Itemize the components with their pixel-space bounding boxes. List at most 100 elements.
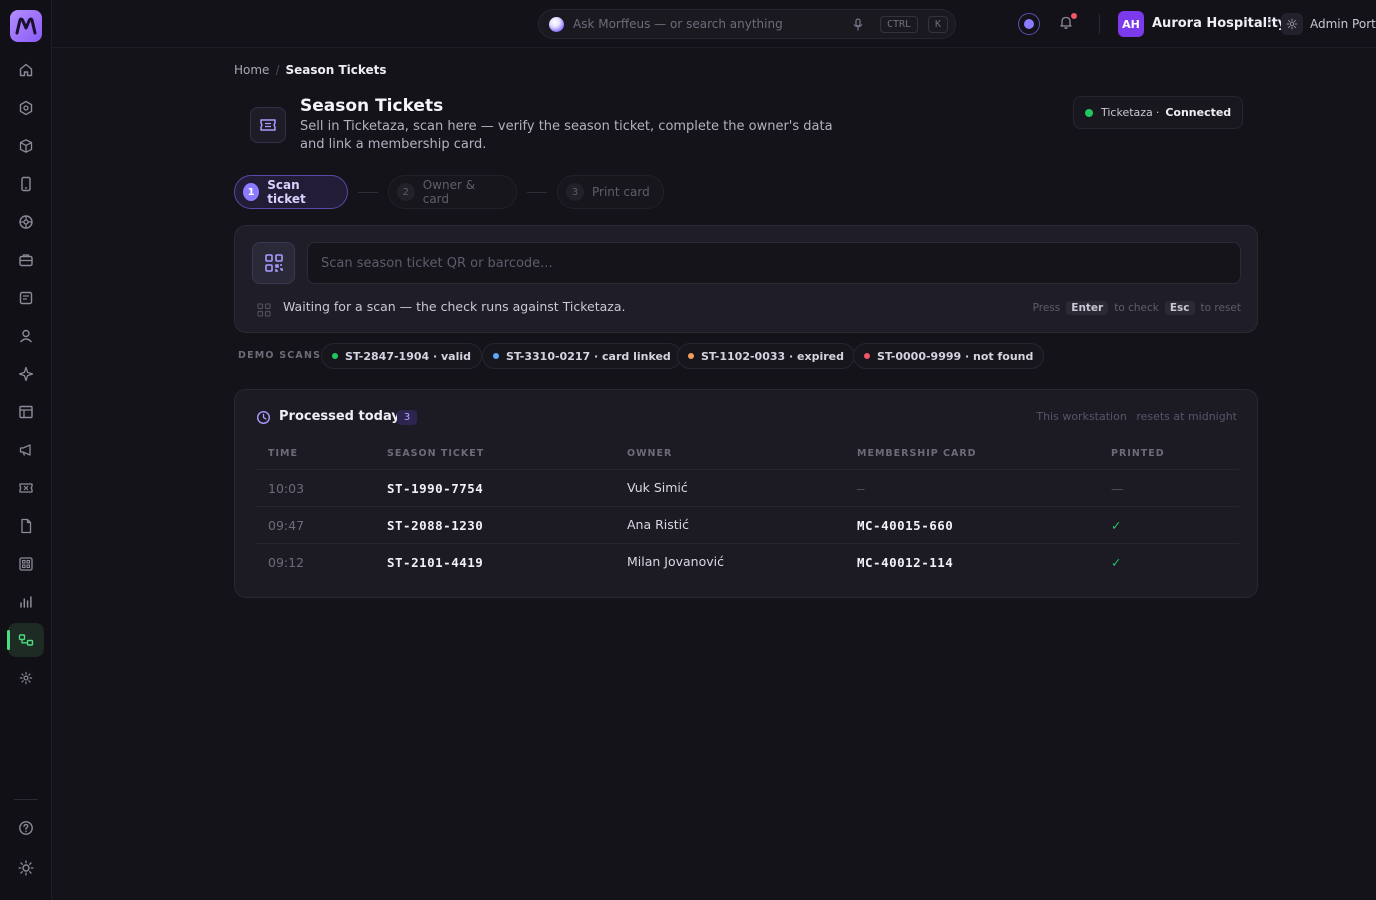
connection-status: Connected <box>1165 106 1232 119</box>
nav-document[interactable] <box>8 281 44 315</box>
chip-status-dot <box>864 353 870 359</box>
nav-help[interactable] <box>8 811 44 845</box>
col-header-owner: OWNER <box>627 448 673 459</box>
step-owner-card[interactable]: 2 Owner & card <box>388 175 517 209</box>
nav-analytics[interactable] <box>8 585 44 619</box>
scan-input[interactable] <box>307 242 1241 284</box>
megaphone-icon <box>19 444 31 456</box>
sidebar <box>0 0 52 900</box>
chip-status-dot <box>688 353 694 359</box>
breadcrumb-current: Season Tickets <box>285 63 387 77</box>
page-title: Season Tickets <box>300 96 444 116</box>
admin-portal-link[interactable]: Admin Portal <box>1310 17 1376 31</box>
topbar-divider <box>1099 14 1100 34</box>
logo-m-icon <box>15 17 37 35</box>
microphone-icon[interactable] <box>852 17 864 36</box>
search-placeholder: Ask Morffeus — or search anything <box>573 17 783 31</box>
nav-settings-wheel[interactable] <box>8 205 44 239</box>
step-connector <box>527 192 547 193</box>
scan-card: Waiting for a scan — the check runs agai… <box>234 225 1258 333</box>
nav-device[interactable] <box>8 167 44 201</box>
table-row[interactable]: 10:03 ST-1990-7754 Vuk Simić — — <box>255 469 1239 506</box>
breadcrumb: Home / Season Tickets <box>234 63 387 77</box>
portal-gear-icon[interactable] <box>1281 13 1303 35</box>
gear-icon <box>19 671 33 685</box>
page-subtitle: Sell in Ticketaza, scan here — verify th… <box>300 119 833 152</box>
separator-dot <box>1268 22 1271 25</box>
col-header-printed: PRINTED <box>1111 448 1165 459</box>
keyboard-hint: Press Enter to check Esc to reset <box>1032 301 1241 315</box>
sidebar-divider <box>14 799 38 800</box>
col-header-membership-card: MEMBERSHIP CARD <box>857 448 977 459</box>
qr-code-icon <box>252 242 295 284</box>
step-print-card[interactable]: 3 Print card <box>557 175 664 209</box>
app-logo[interactable] <box>10 10 42 42</box>
kbd-enter: Enter <box>1066 301 1109 315</box>
assistant-status-icon[interactable] <box>1018 13 1040 35</box>
kbd-k: K <box>928 16 949 33</box>
nav-table[interactable] <box>8 395 44 429</box>
file-icon <box>21 518 32 534</box>
nav-tickets[interactable] <box>8 471 44 505</box>
kbd-ctrl: CTRL <box>880 16 919 33</box>
nav-file[interactable] <box>8 509 44 543</box>
nav-user[interactable] <box>8 319 44 353</box>
demo-chip-card-linked[interactable]: ST-3310-0217 · card linked <box>482 343 682 369</box>
breadcrumb-home[interactable]: Home <box>234 63 269 77</box>
scan-waiting-text: Waiting for a scan — the check runs agai… <box>283 299 626 314</box>
topbar: Ask Morffeus — or search anything CTRL K… <box>52 0 1376 48</box>
table-row[interactable]: 09:47 ST-2088-1230 Ana Ristić MC-40015-6… <box>255 506 1239 543</box>
org-avatar[interactable]: AH <box>1118 11 1144 37</box>
document-icon <box>19 291 33 305</box>
col-header-season-ticket: SEASON TICKET <box>387 448 485 459</box>
processed-today-card: Processed today 3 This workstation reset… <box>234 389 1258 598</box>
chip-status-dot <box>332 353 338 359</box>
connection-name: Ticketaza <box>1101 106 1153 119</box>
nav-cube[interactable] <box>8 129 44 163</box>
nav-season-tickets[interactable] <box>7 623 44 657</box>
sun-icon <box>18 860 34 876</box>
demo-chip-expired[interactable]: ST-1102-0033 · expired <box>677 343 855 369</box>
step-scan-ticket[interactable]: 1 Scan ticket <box>234 175 348 209</box>
nav-hexagon[interactable] <box>8 91 44 125</box>
table-row[interactable]: 09:12 ST-2101-4419 Milan Jovanović MC-40… <box>255 543 1239 580</box>
kbd-esc: Esc <box>1164 301 1195 315</box>
demo-chip-valid[interactable]: ST-2847-1904 · valid <box>321 343 483 369</box>
step-connector <box>358 192 378 193</box>
nav-theme[interactable] <box>8 851 44 885</box>
ticket-icon <box>19 483 33 493</box>
global-search[interactable]: Ask Morffeus — or search anything CTRL K <box>538 9 956 39</box>
nav-megaphone[interactable] <box>8 433 44 467</box>
connection-separator: · <box>1155 106 1160 119</box>
connection-status-badge: Ticketaza · Connected <box>1073 96 1243 129</box>
scan-waiting-icon <box>257 302 271 321</box>
nav-sparkle[interactable] <box>8 357 44 391</box>
phone-icon <box>21 176 31 192</box>
clock-icon <box>256 410 271 429</box>
scan-flow-icon <box>18 634 34 646</box>
home-icon <box>19 63 33 77</box>
assistant-orb-icon <box>549 17 564 32</box>
org-name[interactable]: Aurora Hospitality <box>1152 16 1286 31</box>
processed-meta: This workstation resets at midnight <box>1036 410 1237 423</box>
ticket-icon <box>250 107 286 143</box>
nav-briefcase[interactable] <box>8 243 44 277</box>
demo-chip-not-found[interactable]: ST-0000-9999 · not found <box>853 343 1045 369</box>
grid-icon <box>19 557 33 571</box>
nav-settings[interactable] <box>8 661 44 695</box>
status-dot <box>1085 108 1093 117</box>
col-header-time: TIME <box>268 448 298 459</box>
user-icon <box>19 329 33 343</box>
nav-home[interactable] <box>8 53 44 87</box>
chip-status-dot <box>493 353 499 359</box>
bar-chart-icon <box>20 596 32 608</box>
wheel-icon <box>19 215 33 229</box>
table-icon <box>19 405 33 419</box>
nav-grid[interactable] <box>8 547 44 581</box>
notification-dot <box>1071 13 1077 19</box>
cube-icon <box>19 139 33 153</box>
briefcase-icon <box>19 254 33 267</box>
processed-title: Processed today <box>279 409 400 424</box>
demo-scans-label: DEMO SCANS <box>238 350 322 361</box>
sparkle-icon <box>18 366 34 382</box>
